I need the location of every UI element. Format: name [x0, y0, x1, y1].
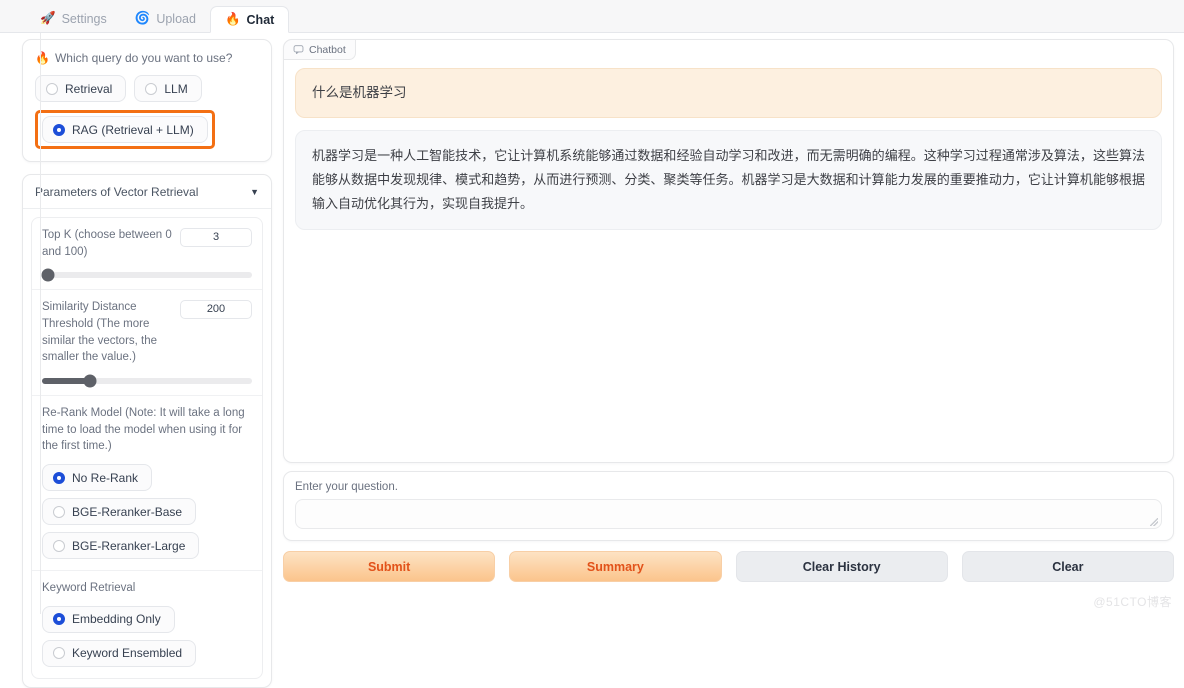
watermark: @51CTO博客 [1093, 593, 1172, 610]
tab-chat-label: Chat [247, 13, 275, 27]
radio-keyword-ensembled[interactable]: Keyword Ensembled [42, 640, 196, 667]
chatbot-panel-tag: Chatbot [283, 39, 356, 60]
query-selection-label: Which query do you want to use? [55, 51, 232, 65]
top-k-label: Top K (choose between 0 and 100) [42, 227, 172, 260]
radio-llm[interactable]: LLM [134, 75, 201, 102]
params-title: Parameters of Vector Retrieval [35, 185, 198, 199]
sidebar: 🔥 Which query do you want to use? Retrie… [16, 33, 278, 614]
similarity-threshold-section: Similarity Distance Threshold (The more … [32, 290, 262, 396]
top-k-slider[interactable] [42, 272, 252, 278]
rerank-model-label: Re-Rank Model (Note: It will take a long… [42, 405, 252, 455]
assistant-message-bubble: 机器学习是一种人工智能技术，它让计算机系统能够通过数据和经验自动学习和改进，而无… [295, 130, 1162, 230]
similarity-threshold-input[interactable]: 200 [180, 300, 252, 319]
similarity-threshold-label: Similarity Distance Threshold (The more … [42, 299, 172, 366]
question-input-label: Enter your question. [295, 481, 1162, 493]
tab-upload[interactable]: 🌀 Upload [121, 5, 210, 32]
tab-settings-label: Settings [62, 12, 107, 26]
radio-no-rerank[interactable]: No Re-Rank [42, 464, 152, 491]
chat-column: Chatbot 什么是机器学习 机器学习是一种人工智能技术，它让计算机系统能够通… [283, 33, 1174, 608]
top-k-input[interactable]: 3 [180, 228, 252, 247]
rerank-model-section: Re-Rank Model (Note: It will take a long… [32, 396, 262, 571]
speech-bubble-icon [293, 44, 304, 55]
radio-dot-icon [46, 83, 58, 95]
radio-dot-icon [53, 124, 65, 136]
query-radio-group: Retrieval LLM [35, 75, 259, 102]
radio-retrieval[interactable]: Retrieval [35, 75, 126, 102]
rerank-radio-group: No Re-Rank BGE-Reranker-Base BGE-Reranke… [42, 464, 252, 559]
radio-bge-reranker-base[interactable]: BGE-Reranker-Base [42, 498, 196, 525]
radio-llm-label: LLM [164, 82, 187, 96]
radio-retrieval-label: Retrieval [65, 82, 112, 96]
chatbot-panel: Chatbot 什么是机器学习 机器学习是一种人工智能技术，它让计算机系统能够通… [283, 39, 1174, 463]
radio-rag-label: RAG (Retrieval + LLM) [72, 123, 194, 137]
question-input[interactable] [296, 500, 1161, 528]
clear-button[interactable]: Clear [962, 551, 1174, 582]
params-body: Top K (choose between 0 and 100) 3 Simil… [31, 217, 263, 679]
radio-dot-icon [53, 613, 65, 625]
radio-bge-reranker-large-label: BGE-Reranker-Large [72, 539, 185, 553]
question-textarea-wrapper[interactable] [295, 499, 1162, 529]
radio-dot-icon [53, 647, 65, 659]
chevron-down-icon[interactable]: ▼ [250, 187, 259, 197]
radio-keyword-ensembled-label: Keyword Ensembled [72, 646, 182, 660]
tab-settings[interactable]: 🚀 Settings [26, 5, 121, 32]
summary-button[interactable]: Summary [509, 551, 721, 582]
radio-rag[interactable]: RAG (Retrieval + LLM) [42, 116, 208, 143]
keyword-retrieval-section: Keyword Retrieval Embedding Only Keyword… [32, 571, 262, 678]
flame-icon: 🔥 [35, 51, 50, 65]
tab-upload-label: Upload [156, 12, 196, 26]
radio-dot-icon [53, 540, 65, 552]
radio-embedding-only[interactable]: Embedding Only [42, 606, 175, 633]
rocket-icon: 🚀 [40, 12, 56, 25]
message-list: 什么是机器学习 机器学习是一种人工智能技术，它让计算机系统能够通过数据和经验自动… [284, 40, 1173, 240]
flame-icon: 🔥 [225, 13, 241, 26]
upload-swirl-icon: 🌀 [135, 12, 151, 25]
radio-dot-icon [53, 472, 65, 484]
workspace: 🔥 Which query do you want to use? Retrie… [0, 33, 1184, 614]
user-message-bubble: 什么是机器学习 [295, 68, 1162, 118]
params-accordion-header[interactable]: Parameters of Vector Retrieval ▼ [23, 175, 271, 209]
tab-chat[interactable]: 🔥 Chat [210, 6, 289, 33]
radio-dot-icon [145, 83, 157, 95]
top-k-section: Top K (choose between 0 and 100) 3 [32, 218, 262, 290]
radio-bge-reranker-base-label: BGE-Reranker-Base [72, 505, 182, 519]
clear-history-button[interactable]: Clear History [736, 551, 948, 582]
query-selection-title: 🔥 Which query do you want to use? [35, 51, 259, 65]
vector-retrieval-params-card: Parameters of Vector Retrieval ▼ Top K (… [22, 174, 272, 688]
radio-no-rerank-label: No Re-Rank [72, 471, 138, 485]
question-input-panel: Enter your question. [283, 471, 1174, 541]
rag-highlight-outline: RAG (Retrieval + LLM) [35, 110, 215, 149]
chatbot-panel-label: Chatbot [309, 44, 346, 56]
action-button-row: Submit Summary Clear History Clear [283, 551, 1174, 582]
radio-embedding-only-label: Embedding Only [72, 612, 161, 626]
similarity-threshold-slider[interactable] [42, 378, 252, 384]
submit-button[interactable]: Submit [283, 551, 495, 582]
keyword-radio-group: Embedding Only Keyword Ensembled [42, 606, 252, 667]
radio-bge-reranker-large[interactable]: BGE-Reranker-Large [42, 532, 199, 559]
radio-dot-icon [53, 506, 65, 518]
keyword-retrieval-label: Keyword Retrieval [42, 580, 252, 597]
query-selection-card: 🔥 Which query do you want to use? Retrie… [22, 39, 272, 162]
sidebar-scrollbar[interactable] [40, 33, 41, 614]
tab-bar: 🚀 Settings 🌀 Upload 🔥 Chat [0, 0, 1184, 33]
